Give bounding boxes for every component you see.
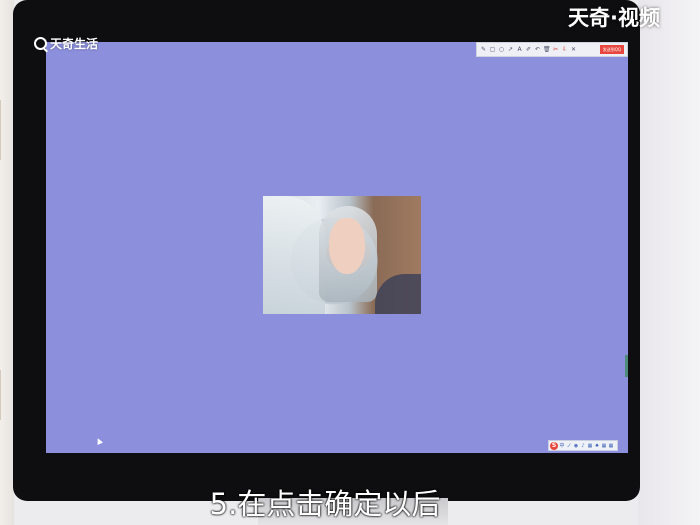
send-action-button[interactable]: 发送到QQ <box>599 45 624 54</box>
ime-punctuation-icon[interactable]: ノ <box>566 442 572 450</box>
desktop-screen: ✎ ▢ ○ ↗ A ✐ ↶ 🗑 ✂ ⇩ ✕ 发送到QQ S 中 ノ ◉ ♪ ▦ … <box>46 42 628 453</box>
ime-logo-icon[interactable]: S <box>550 441 558 450</box>
delete-icon[interactable]: 🗑 <box>543 46 551 54</box>
screenshot-editor-toolbar: ✎ ▢ ○ ↗ A ✐ ↶ 🗑 ✂ ⇩ ✕ 发送到QQ <box>476 42 628 57</box>
search-logo-icon <box>34 37 47 50</box>
brand-text: 天奇生活 <box>50 37 99 51</box>
pin-icon[interactable]: ✂ <box>552 46 559 54</box>
arrow-icon[interactable]: ↗ <box>507 46 514 54</box>
ime-voice-icon[interactable]: ♪ <box>580 442 586 450</box>
image-face-detail <box>329 218 365 274</box>
ime-mode-icon[interactable]: 中 <box>559 442 565 450</box>
mouse-cursor-icon <box>95 437 103 445</box>
text-icon[interactable]: A <box>516 46 523 54</box>
close-icon[interactable]: ✕ <box>570 46 577 54</box>
ime-keyboard-icon[interactable]: ▦ <box>587 442 593 450</box>
image-hood-detail <box>263 196 325 314</box>
input-method-bar: S 中 ノ ◉ ♪ ▦ ♠ ▦ ▦ <box>548 440 618 451</box>
ime-tools-icon[interactable]: ▦ <box>601 442 607 450</box>
ime-emoji-icon[interactable]: ◉ <box>573 442 579 450</box>
rectangle-icon[interactable]: ▢ <box>489 46 496 54</box>
screenshot-image[interactable] <box>263 196 421 314</box>
circle-icon[interactable]: ○ <box>498 46 505 54</box>
image-shadow-detail <box>375 274 421 314</box>
sketch-decoration <box>0 370 13 420</box>
sketch-decoration <box>0 100 13 160</box>
undo-icon[interactable]: ↶ <box>534 46 541 54</box>
desk-background-right <box>638 0 700 525</box>
scroll-indicator[interactable] <box>625 355 628 377</box>
ime-menu-icon[interactable]: ▦ <box>608 442 614 450</box>
monitor-bezel: ✎ ▢ ○ ↗ A ✐ ↶ 🗑 ✂ ⇩ ✕ 发送到QQ S 中 ノ ◉ ♪ ▦ … <box>13 0 640 501</box>
brand-logo: 天奇生活 <box>34 35 98 52</box>
video-watermark: 天奇·视频 <box>568 6 660 30</box>
save-icon[interactable]: ⇩ <box>561 46 568 54</box>
brush-icon[interactable]: ✐ <box>525 46 532 54</box>
ime-skin-icon[interactable]: ♠ <box>594 442 600 450</box>
pencil-icon[interactable]: ✎ <box>480 46 487 54</box>
desk-background-left <box>0 0 14 525</box>
video-subtitle: 5.在点击确定以后 <box>209 487 441 521</box>
